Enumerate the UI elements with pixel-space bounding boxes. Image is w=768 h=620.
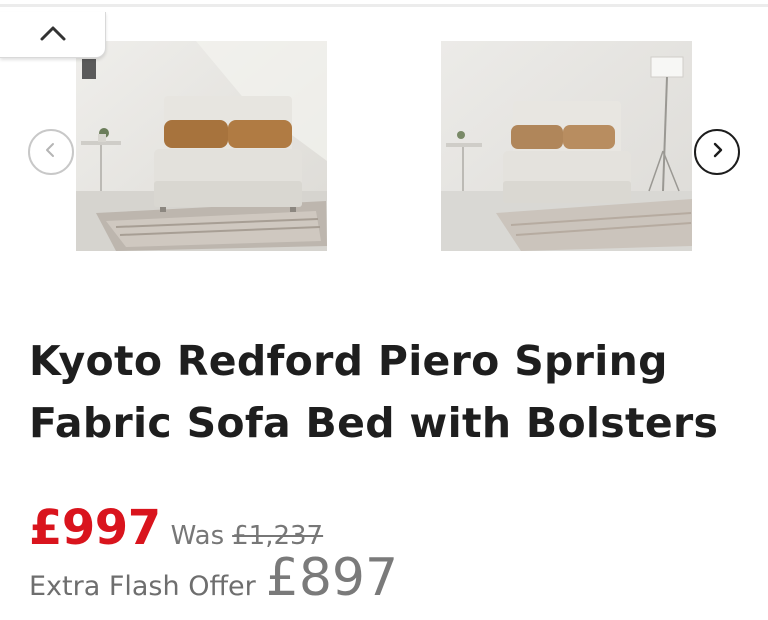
flash-offer-label: Extra Flash Offer bbox=[29, 571, 256, 602]
was-price: £1,237 bbox=[232, 521, 324, 551]
collapse-button[interactable] bbox=[0, 12, 106, 58]
flash-offer-price: £897 bbox=[265, 548, 399, 608]
flash-offer-row: Extra Flash Offer £897 bbox=[29, 548, 398, 608]
chevron-right-icon bbox=[708, 141, 726, 163]
chevron-left-icon bbox=[42, 141, 60, 163]
carousel-next-button[interactable] bbox=[694, 129, 740, 175]
carousel-prev-button[interactable] bbox=[28, 129, 74, 175]
product-page: Kyoto Redford Piero Spring Fabric Sofa B… bbox=[0, 0, 768, 620]
was-label: Was bbox=[170, 521, 225, 551]
product-title: Kyoto Redford Piero Spring Fabric Sofa B… bbox=[29, 337, 719, 447]
product-image-1[interactable] bbox=[76, 41, 327, 251]
product-image-2[interactable] bbox=[441, 41, 692, 251]
top-divider bbox=[0, 4, 768, 7]
chevron-up-icon bbox=[38, 23, 68, 47]
